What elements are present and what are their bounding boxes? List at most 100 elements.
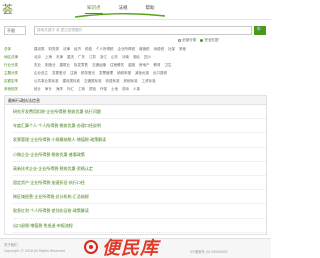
category-link[interactable]: 河南 xyxy=(122,55,129,60)
category-link[interactable]: 增值税 xyxy=(139,47,150,52)
category-heading[interactable]: 总体 xyxy=(4,47,34,52)
category-link[interactable]: 山东 xyxy=(111,55,118,60)
category-link[interactable]: 交通类标准 xyxy=(84,79,102,84)
category-link[interactable]: 审计 xyxy=(45,87,52,92)
search-scope-value: 不限 xyxy=(7,28,15,33)
category-link[interactable]: 工资标准 xyxy=(142,79,156,84)
category-heading[interactable]: 行业分类 xyxy=(4,63,34,68)
category-link[interactable]: 上海 xyxy=(45,55,52,60)
search-scope-select[interactable]: 不限 xyxy=(4,26,26,35)
footer-beian[interactable]: ICP备案号 (0) 00000000 xyxy=(190,249,227,254)
list-item[interactable]: 年度汇算个人·个人所得税·税收优惠·办理口径说明 xyxy=(13,119,266,134)
watermark-text: 便民库 xyxy=(102,238,159,258)
category-link[interactable]: 纳税申报 xyxy=(117,71,131,76)
list-item[interactable]: 股息红利·个人所得税·差别化征收·政策解读 xyxy=(13,204,266,219)
search-placeholder: 搜索关键字 或 提交您想要的 xyxy=(37,28,83,32)
category-link[interactable]: 江苏 xyxy=(89,55,96,60)
watermark-logo-icon xyxy=(84,240,98,254)
category-link[interactable]: 公共事业类标准 xyxy=(34,79,59,84)
category-link[interactable]: 税费 xyxy=(85,47,92,52)
category-link[interactable]: 其他标准 xyxy=(124,79,138,84)
category-link[interactable]: 重庆 xyxy=(67,55,74,60)
category-link[interactable]: 农业 xyxy=(34,63,41,68)
category-link[interactable]: 社保 xyxy=(168,47,175,52)
category-link[interactable]: 个人所得税 xyxy=(96,47,114,52)
category-link[interactable]: 劳动 xyxy=(122,87,129,92)
category-link[interactable]: 北京 xyxy=(34,55,41,60)
category-link[interactable]: 制造业 xyxy=(45,63,56,68)
latest-info-panel: 最新行政执法信息 研究开发费用扣除·企业所得税·税收优惠·执行问题 年度汇算个人·… xyxy=(4,95,267,235)
category-row: 其他相关 统计 审计 海关 外汇 工商 质检 环保 土地 劳动 人事 xyxy=(4,85,267,93)
list-item[interactable]: 发票管理·企业所得税·小规模纳税人·增值税·政策解读 xyxy=(13,133,266,148)
category-heading[interactable]: 其他相关 xyxy=(4,87,34,92)
category-link[interactable]: 消费税 xyxy=(154,47,165,52)
category-link[interactable]: 注销 xyxy=(70,71,77,76)
category-link[interactable]: 发票管理 xyxy=(99,71,113,76)
search-icon: 🔍 xyxy=(256,27,264,33)
list-item[interactable]: 固定资产·企业所得税·加速折旧·执行口径 xyxy=(13,176,266,191)
category-link[interactable]: 广东 xyxy=(78,55,85,60)
category-link[interactable]: 住宿餐饮 xyxy=(110,63,124,68)
category-row: 地区法律 北京 上海 天津 重庆 广东 江苏 浙江 山东 河南 湖北 四川 xyxy=(4,53,267,61)
category-link[interactable]: 金融 xyxy=(128,63,135,68)
category-link[interactable]: 减免优惠 xyxy=(135,71,149,76)
category-link[interactable]: 工商 xyxy=(78,87,85,92)
option-exact-match[interactable]: 完全匹配 xyxy=(200,38,219,43)
category-link[interactable]: 建设类 xyxy=(34,47,45,52)
info-list: 研究开发费用扣除·企业所得税·税收优惠·执行问题 年度汇算个人·个人所得税·税收优… xyxy=(5,105,266,233)
option-all-categories[interactable]: 全部分类 xyxy=(178,38,196,43)
category-link[interactable]: 房地产 xyxy=(139,63,150,68)
category-heading[interactable]: 地区法律 xyxy=(4,55,34,60)
panel-title: 最新行政执法信息 xyxy=(5,96,266,105)
category-link[interactable]: 批发零售 xyxy=(74,63,88,68)
search-input[interactable]: 搜索关键字 或 提交您想要的 xyxy=(34,26,252,35)
category-link[interactable]: 经济 xyxy=(74,47,81,52)
footer-copyright: Copyright © 2018 All Rights Reserved xyxy=(4,249,65,253)
category-link[interactable]: 收费标准 xyxy=(106,79,120,84)
category-link[interactable]: 其他 xyxy=(179,47,186,52)
category-link[interactable]: 交通运输 xyxy=(92,63,106,68)
category-directory: 总体 建设类 财务类 法律 经济 税费 个人所得税 企业所得税 增值税 消费税 社保 其他 地区法律 北京… xyxy=(4,45,267,93)
category-link[interactable]: 质检 xyxy=(89,87,96,92)
category-link[interactable]: 出口退税 xyxy=(153,71,167,76)
footer-links[interactable]: 关于我们 xyxy=(4,242,18,247)
category-link[interactable]: 企业所得税 xyxy=(118,47,136,52)
radio-checked-icon xyxy=(200,38,204,42)
list-item[interactable]: 出口退税·增值税·免抵退·申报流程 xyxy=(13,219,266,233)
search-button[interactable]: 🔍 xyxy=(254,26,266,35)
category-row: 行业分类 农业 制造业 建筑业 批发零售 交通运输 住宿餐饮 金融 房地产 教育 卫生 xyxy=(4,61,267,69)
category-row: 主题分类 企业设立 变更登记 注销 税务登记 发票管理 纳税申报 减免优惠 出口退税 xyxy=(4,69,267,77)
category-link[interactable]: 教育 xyxy=(154,63,161,68)
category-link[interactable]: 税务登记 xyxy=(81,71,95,76)
category-link[interactable]: 法律 xyxy=(63,47,70,52)
category-link[interactable]: 建筑业 xyxy=(60,63,71,68)
decorative-swoosh xyxy=(75,13,165,18)
category-link[interactable]: 变更登记 xyxy=(52,71,66,76)
category-heading[interactable]: 定额定率 xyxy=(4,79,34,84)
category-link[interactable]: 环保 xyxy=(100,87,107,92)
category-link[interactable]: 四川 xyxy=(144,55,151,60)
site-logo[interactable]: 荟 xyxy=(2,2,18,18)
category-link[interactable]: 人事 xyxy=(133,87,140,92)
category-row: 总体 建设类 财务类 法律 经济 税费 个人所得税 企业所得税 增值税 消费税 社保 其他 xyxy=(4,45,267,53)
category-link[interactable]: 卫生 xyxy=(165,63,172,68)
radio-icon xyxy=(178,38,181,42)
category-link[interactable]: 财务类 xyxy=(49,47,60,52)
list-item[interactable]: 小微企业·企业所得税·税收优惠·普惠政策 xyxy=(13,148,266,162)
category-link[interactable]: 企业设立 xyxy=(34,71,48,76)
category-link[interactable]: 湖北 xyxy=(133,55,140,60)
category-link[interactable]: 海关 xyxy=(56,87,63,92)
category-link[interactable]: 浙江 xyxy=(100,55,107,60)
category-link[interactable]: 土地 xyxy=(111,87,118,92)
list-item[interactable]: 跨区域经营·企业所得税·总分机构·汇总纳税 xyxy=(13,190,266,205)
list-item[interactable]: 高新技术企业·企业所得税·税收优惠·资格认定 xyxy=(13,162,266,176)
list-item[interactable]: 研究开发费用扣除·企业所得税·税收优惠·执行问题 xyxy=(13,105,266,120)
category-link[interactable]: 外汇 xyxy=(67,87,74,92)
category-row: 定额定率 公共事业类标准 建设类标准 交通类标准 收费标准 其他标准 工资标准 xyxy=(4,77,267,85)
top-bar: 荟 知识点 法规 帮助 xyxy=(0,0,271,20)
category-link[interactable]: 建设类标准 xyxy=(63,79,81,84)
search-options: 全部分类 完全匹配 xyxy=(178,38,219,43)
category-link[interactable]: 天津 xyxy=(56,55,63,60)
category-link[interactable]: 统计 xyxy=(34,87,41,92)
category-heading[interactable]: 主题分类 xyxy=(4,71,34,76)
